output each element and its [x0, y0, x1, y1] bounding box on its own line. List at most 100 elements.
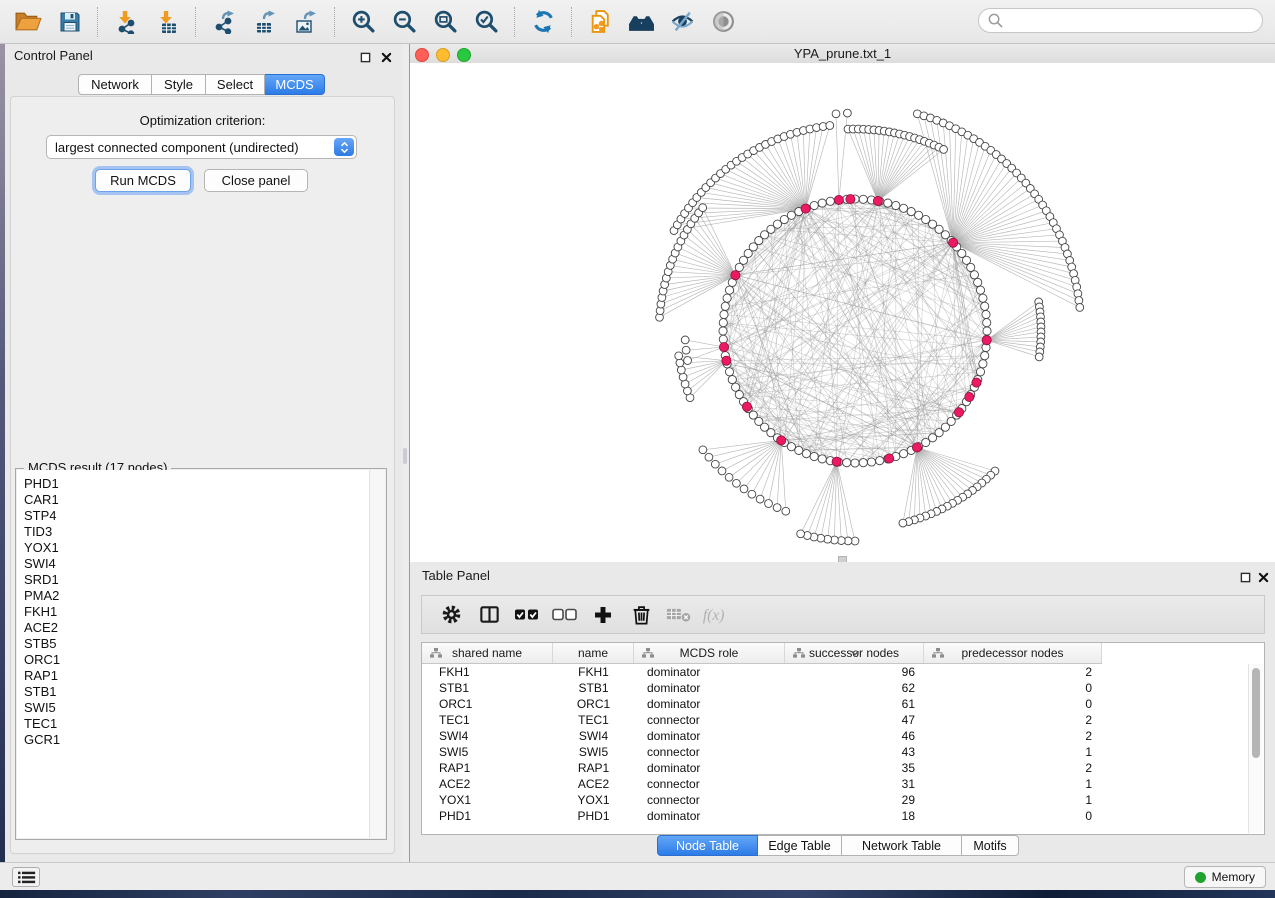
run-mcds-button[interactable]: Run MCDS — [95, 169, 191, 192]
column-header-predecessor-nodes[interactable]: predecessor nodes — [924, 643, 1102, 663]
status-bar: Memory — [0, 862, 1275, 890]
column-label: MCDS role — [680, 646, 739, 660]
table-row[interactable]: ACE2ACE2connector311 — [422, 776, 1249, 792]
mcds-result-item[interactable]: CAR1 — [17, 492, 370, 508]
desktop-wallpaper-bottom — [0, 890, 1275, 898]
mcds-result-item[interactable]: ACE2 — [17, 620, 370, 636]
close-panel-button[interactable]: Close panel — [204, 169, 308, 192]
mcds-result-item[interactable]: YOX1 — [17, 540, 370, 556]
tab-style[interactable]: Style — [152, 74, 206, 95]
float-table-panel-icon[interactable] — [1238, 570, 1252, 584]
tab-edge-table[interactable]: Edge Table — [758, 835, 842, 856]
clone-network-button[interactable] — [585, 6, 616, 38]
mcds-result-item[interactable]: FKH1 — [17, 604, 370, 620]
save-button[interactable] — [54, 6, 85, 38]
mcds-result-item[interactable]: TID3 — [17, 524, 370, 540]
mcds-result-item[interactable]: TEC1 — [17, 716, 370, 732]
table-scrollbar[interactable] — [1248, 664, 1263, 833]
tab-node-table[interactable]: Node Table — [657, 835, 758, 856]
column-header-shared-name[interactable]: shared name — [422, 643, 553, 663]
export-image-button[interactable] — [291, 6, 322, 38]
table-row[interactable]: TEC1TEC1connector472 — [422, 712, 1249, 728]
vertical-splitter-grip[interactable] — [403, 448, 407, 464]
tab-motifs[interactable]: Motifs — [962, 835, 1019, 856]
hide-graphics-details-button[interactable] — [667, 6, 698, 38]
dropdown-value: largest connected component (undirected) — [55, 140, 299, 155]
close-table-panel-icon[interactable] — [1256, 570, 1270, 584]
table-cell: ORC1 — [553, 696, 634, 712]
zoom-in-button[interactable] — [348, 6, 379, 38]
search-input[interactable] — [1009, 12, 1262, 29]
column-label: shared name — [452, 646, 522, 660]
table-row[interactable]: ORC1ORC1dominator610 — [422, 696, 1249, 712]
app-window: Control Panel NetworkStyleSelectMCDS Opt… — [0, 0, 1275, 898]
show-graphics-details-button[interactable] — [708, 6, 739, 38]
zoom-fit-button[interactable] — [430, 6, 461, 38]
tab-mcds[interactable]: MCDS — [265, 74, 325, 95]
table-cell: connector — [634, 744, 785, 760]
export-network-button[interactable] — [209, 6, 240, 38]
mcds-result-item[interactable]: ORC1 — [17, 652, 370, 668]
add-row-icon — [592, 604, 614, 626]
tab-network[interactable]: Network — [78, 74, 152, 95]
export-network-icon — [213, 10, 237, 34]
table-row[interactable]: FKH1FKH1dominator962 — [422, 664, 1249, 680]
zoom-selected-button[interactable] — [471, 6, 502, 38]
memory-label: Memory — [1212, 870, 1255, 884]
mcds-result-item[interactable]: STB1 — [17, 684, 370, 700]
column-header-successor-nodes[interactable]: successor nodes — [785, 643, 924, 663]
table-options-gear-button[interactable] — [432, 600, 470, 630]
import-network-button[interactable] — [111, 6, 142, 38]
table-row[interactable]: PHD1PHD1dominator180 — [422, 808, 1249, 824]
column-header-name[interactable]: name — [553, 643, 634, 663]
close-panel-icon[interactable] — [379, 50, 393, 64]
deselect-all-button[interactable] — [546, 600, 584, 630]
mcds-result-item[interactable]: RAP1 — [17, 668, 370, 684]
delete-rows-icon — [630, 603, 653, 626]
show-columns-button[interactable] — [470, 600, 508, 630]
table-panel-title: Table Panel — [422, 568, 490, 583]
memory-button[interactable]: Memory — [1184, 866, 1266, 888]
mcds-result-item[interactable]: STB5 — [17, 636, 370, 652]
export-table-button[interactable] — [250, 6, 281, 38]
result-list-scrollbar[interactable] — [369, 470, 385, 838]
float-panel-icon[interactable] — [358, 50, 372, 64]
table-cell: dominator — [634, 808, 785, 824]
open-folder-button[interactable] — [13, 6, 44, 38]
tab-select[interactable]: Select — [206, 74, 265, 95]
task-history-button[interactable] — [12, 867, 40, 887]
refresh-button[interactable] — [528, 6, 559, 38]
table-row[interactable]: SWI5SWI5connector431 — [422, 744, 1249, 760]
table-cell: YOX1 — [553, 792, 634, 808]
mcds-result-item[interactable]: PHD1 — [17, 476, 370, 492]
network-canvas[interactable] — [410, 63, 1275, 562]
add-row-button[interactable] — [584, 600, 622, 630]
binoculars-button[interactable] — [626, 6, 657, 38]
node-table: shared name name MCDS role successor nodesp… — [421, 642, 1265, 835]
import-table-button[interactable] — [152, 6, 183, 38]
main-toolbar — [0, 0, 1275, 44]
select-all-button[interactable] — [508, 600, 546, 630]
mcds-result-item[interactable]: PMA2 — [17, 588, 370, 604]
table-row[interactable]: SWI4SWI4dominator462 — [422, 728, 1249, 744]
mcds-result-item[interactable]: SWI4 — [17, 556, 370, 572]
table-cell: 0 — [924, 808, 1102, 824]
table-scrollbar-thumb[interactable] — [1252, 668, 1260, 758]
mcds-result-item[interactable]: SWI5 — [17, 700, 370, 716]
mcds-result-item[interactable]: STP4 — [17, 508, 370, 524]
mcds-result-item[interactable]: GCR1 — [17, 732, 370, 748]
zoom-out-button[interactable] — [389, 6, 420, 38]
table-row[interactable]: YOX1YOX1connector291 — [422, 792, 1249, 808]
mcds-result-item[interactable]: SRD1 — [17, 572, 370, 588]
table-row[interactable]: STB1STB1dominator620 — [422, 680, 1249, 696]
tab-network-table[interactable]: Network Table — [842, 835, 962, 856]
column-header-mcds-role[interactable]: MCDS role — [634, 643, 785, 663]
table-cell: FKH1 — [553, 664, 634, 680]
delete-table-button — [660, 600, 698, 630]
deselect-all-icon — [552, 605, 578, 625]
table-row[interactable]: RAP1RAP1dominator352 — [422, 760, 1249, 776]
delete-rows-button[interactable] — [622, 600, 660, 630]
table-cell: dominator — [634, 760, 785, 776]
optimization-criterion-dropdown[interactable]: largest connected component (undirected) — [46, 135, 357, 159]
list-icon — [17, 870, 36, 885]
